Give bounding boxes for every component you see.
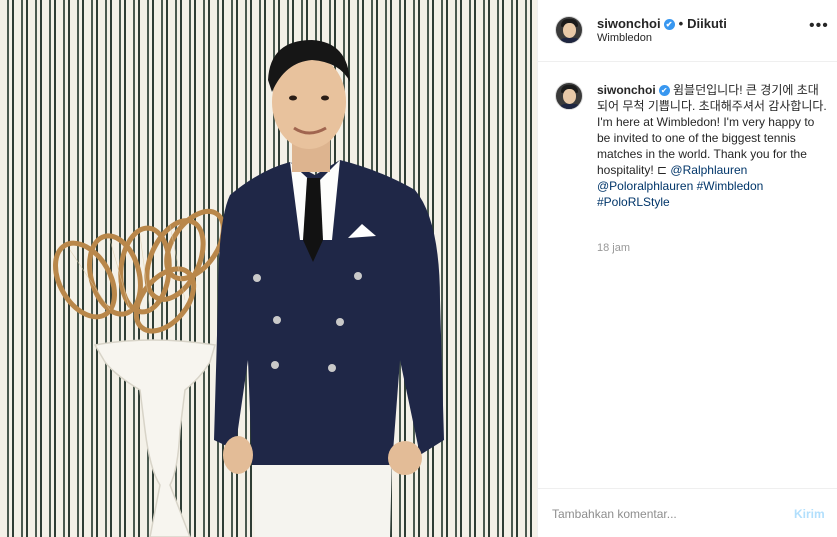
- caption-username[interactable]: siwonchoi: [597, 83, 656, 97]
- caption-verified-badge-icon: ✔: [658, 85, 670, 96]
- post-photo[interactable]: [0, 0, 537, 537]
- follow-status-button[interactable]: Diikuti: [687, 16, 727, 31]
- post-details-panel: siwonchoi ✔ • Diikuti Wimbledon ••• siwonch…: [537, 0, 837, 537]
- comment-input[interactable]: [552, 507, 772, 521]
- post-timestamp[interactable]: 18 jam: [597, 242, 630, 254]
- separator-dot: •: [678, 16, 684, 31]
- mention-ralphlauren[interactable]: @Ralphlauren: [670, 163, 747, 177]
- post-header: siwonchoi ✔ • Diikuti Wimbledon •••: [538, 0, 837, 62]
- header-username[interactable]: siwonchoi: [597, 16, 661, 31]
- mention-poloralphlauren[interactable]: @Poloralphlauren: [597, 179, 693, 193]
- verified-badge-icon: ✔: [663, 19, 675, 30]
- caption: siwonchoi ✔ 윔블던입니다! 큰 경기에 초대 되어 무척 기쁩니다. …: [597, 82, 827, 210]
- photo-illustration: [53, 40, 444, 537]
- hashtag-polorlstyle[interactable]: #PoloRLStyle: [597, 195, 670, 209]
- more-options-icon[interactable]: •••: [809, 17, 829, 35]
- avatar[interactable]: [555, 16, 583, 44]
- hashtag-wimbledon[interactable]: #Wimbledon: [697, 179, 764, 193]
- comment-box: Kirim: [538, 488, 837, 537]
- header-user-line: siwonchoi ✔ • Diikuti: [597, 16, 727, 31]
- instagram-post-modal: siwonchoi ✔ • Diikuti Wimbledon ••• siwonch…: [0, 0, 837, 537]
- caption-avatar[interactable]: [555, 82, 583, 110]
- location-link[interactable]: Wimbledon: [597, 32, 652, 44]
- send-button[interactable]: Kirim: [794, 507, 825, 521]
